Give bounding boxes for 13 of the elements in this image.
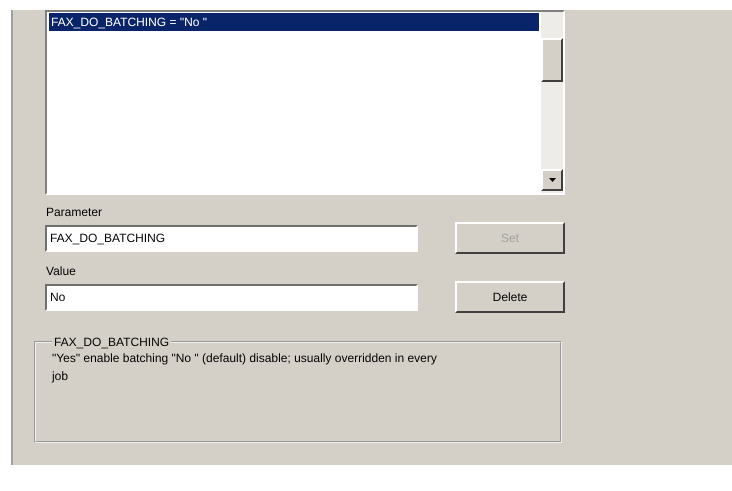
scroll-thumb[interactable] bbox=[541, 38, 563, 82]
group-title: FAX_DO_BATCHING bbox=[53, 335, 170, 349]
parameter-list[interactable]: FAX_DO_BATCHING = "No " bbox=[45, 10, 565, 195]
down-arrow-icon bbox=[548, 178, 556, 182]
scroll-down-button[interactable] bbox=[541, 169, 563, 191]
field-label: Value bbox=[46, 264, 77, 278]
list-item[interactable]: FAX_DO_BATCHING = "No " bbox=[49, 13, 539, 31]
description-text: "Yes" enable batching "No " (default) disable; usually overridden in every job bbox=[52, 350, 438, 385]
value-field[interactable]: No bbox=[45, 284, 418, 310]
field-label: Parameter bbox=[46, 205, 104, 219]
parameter-field[interactable]: FAX_DO_BATCHING bbox=[45, 224, 418, 252]
delete-button[interactable]: Delete bbox=[455, 281, 565, 313]
scrollbar[interactable] bbox=[541, 12, 563, 193]
